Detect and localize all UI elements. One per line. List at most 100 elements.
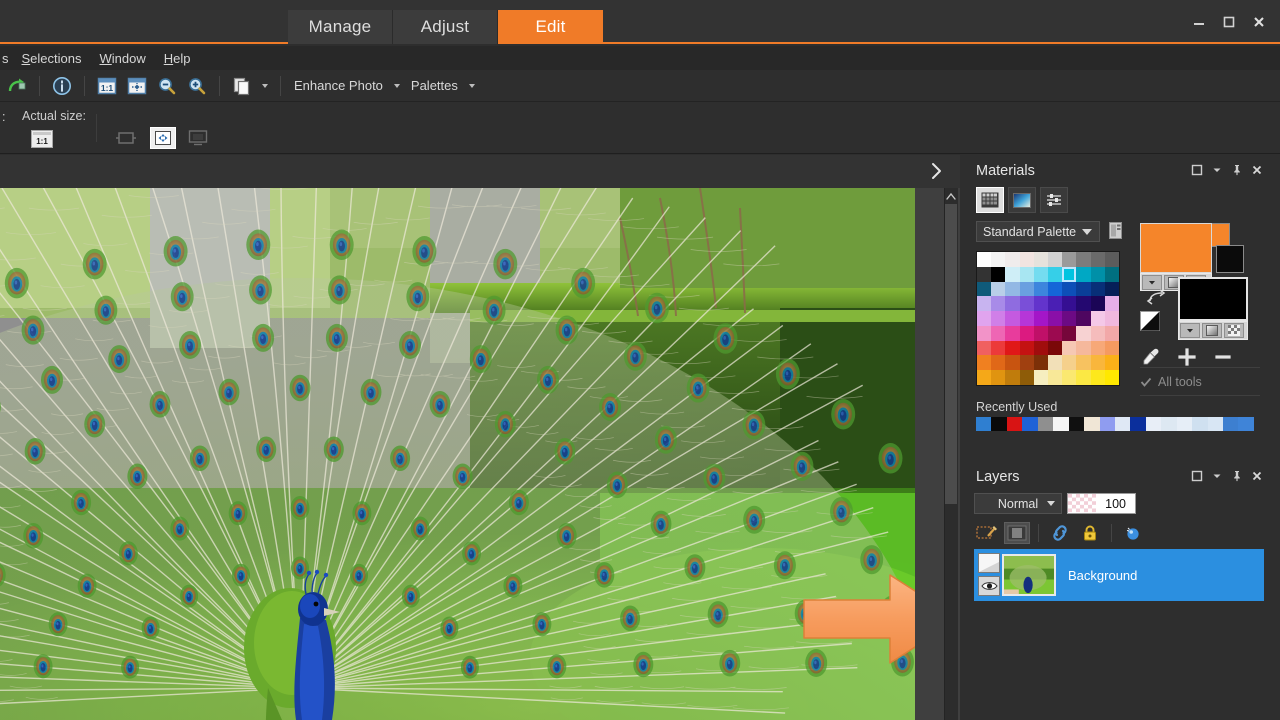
color-swatch[interactable]	[1090, 325, 1105, 341]
recent-color-swatch[interactable]	[1223, 417, 1239, 431]
materials-maximize-icon[interactable]	[1188, 161, 1206, 179]
materials-chevron-down-icon[interactable]	[1208, 161, 1226, 179]
color-swatch[interactable]	[1005, 340, 1020, 356]
recent-color-swatch[interactable]	[1068, 417, 1085, 431]
maximize-icon[interactable]	[1214, 7, 1244, 37]
color-swatch[interactable]	[1062, 266, 1077, 282]
color-swatch[interactable]	[991, 325, 1006, 341]
color-swatch[interactable]	[1033, 311, 1048, 326]
recent-color-swatch[interactable]	[1037, 417, 1054, 431]
vertical-scrollbar-thumb[interactable]	[945, 204, 957, 504]
color-swatch[interactable]	[991, 296, 1006, 312]
color-swatch[interactable]	[977, 370, 992, 385]
color-swatch[interactable]	[1104, 325, 1119, 341]
lock-layer-icon[interactable]	[1077, 522, 1103, 544]
color-swatch[interactable]	[1104, 355, 1119, 371]
color-swatch[interactable]	[977, 340, 992, 356]
color-swatch[interactable]	[1005, 311, 1020, 326]
color-swatch[interactable]	[991, 311, 1006, 326]
color-swatch[interactable]	[1033, 370, 1048, 385]
recent-color-swatch[interactable]	[1207, 417, 1223, 431]
color-swatch[interactable]	[1033, 355, 1048, 371]
materials-pin-icon[interactable]	[1228, 161, 1246, 179]
color-swatch[interactable]	[1090, 311, 1105, 326]
opacity-field[interactable]: 100	[1067, 493, 1136, 514]
recent-color-swatch[interactable]	[1084, 417, 1100, 431]
link-layers-icon[interactable]	[1047, 522, 1073, 544]
color-swatch[interactable]	[1076, 266, 1091, 282]
chevron-up-icon[interactable]	[945, 190, 957, 203]
menu-item-help[interactable]: Help	[155, 49, 200, 68]
color-swatch[interactable]	[1033, 296, 1048, 312]
zoom-in-icon[interactable]	[182, 72, 212, 100]
color-swatch[interactable]	[977, 325, 992, 341]
color-swatch[interactable]	[1076, 296, 1091, 312]
color-swatch[interactable]	[1019, 311, 1034, 326]
color-swatch[interactable]	[1104, 266, 1119, 282]
color-swatch[interactable]	[1090, 266, 1105, 282]
color-swatch[interactable]	[1005, 325, 1020, 341]
redo-icon[interactable]	[2, 72, 32, 100]
pan-icon[interactable]	[150, 127, 176, 149]
menu-item-clipped[interactable]: s	[0, 49, 13, 68]
color-swatch[interactable]	[1033, 252, 1048, 267]
color-swatch[interactable]	[1033, 325, 1048, 341]
color-swatch[interactable]	[991, 370, 1006, 385]
color-swatch[interactable]	[1019, 325, 1034, 341]
enhance-photo-dropdown-arrow-icon[interactable]	[389, 74, 405, 98]
color-swatch[interactable]	[1047, 311, 1063, 326]
color-swatch[interactable]	[1047, 296, 1063, 312]
background-color-swatch[interactable]	[1178, 277, 1248, 321]
layers-close-icon[interactable]	[1248, 467, 1266, 485]
plus-icon[interactable]	[1176, 346, 1198, 368]
color-swatch[interactable]	[1076, 340, 1091, 356]
recent-color-swatch[interactable]	[1238, 417, 1254, 431]
recent-color-swatch[interactable]	[1114, 417, 1131, 431]
blend-mode-select[interactable]: Normal	[974, 493, 1062, 514]
eyedropper-icon[interactable]	[1140, 346, 1162, 368]
minimize-icon[interactable]	[1184, 7, 1214, 37]
fit-to-window-icon[interactable]	[122, 72, 152, 100]
color-swatch[interactable]	[1062, 340, 1077, 356]
palette-document-icon[interactable]	[1108, 221, 1126, 242]
layers-maximize-icon[interactable]	[1188, 467, 1206, 485]
color-swatch[interactable]	[1047, 281, 1063, 297]
tab-manage[interactable]: Manage	[288, 10, 393, 44]
color-swatch[interactable]	[991, 281, 1006, 297]
layers-chevron-down-icon[interactable]	[1208, 467, 1226, 485]
close-icon[interactable]	[1244, 7, 1274, 37]
color-swatch[interactable]	[1019, 296, 1034, 312]
recent-color-swatch[interactable]	[1176, 417, 1193, 431]
color-swatch[interactable]	[991, 355, 1006, 371]
color-swatch[interactable]	[1090, 281, 1105, 297]
color-swatch[interactable]	[991, 266, 1006, 282]
swatches-tab[interactable]	[976, 187, 1004, 213]
color-swatch[interactable]	[977, 355, 992, 371]
merge-layers-icon[interactable]	[1120, 522, 1146, 544]
layer-row-background[interactable]: Background	[974, 549, 1264, 601]
color-swatch[interactable]	[1062, 325, 1077, 341]
chevron-right-icon[interactable]	[926, 161, 946, 181]
color-swatch[interactable]	[1104, 296, 1119, 312]
color-swatch[interactable]	[1005, 370, 1020, 385]
tab-adjust[interactable]: Adjust	[393, 10, 498, 44]
color-swatch[interactable]	[1019, 266, 1034, 282]
image-canvas[interactable]	[0, 188, 915, 720]
color-swatch[interactable]	[1076, 281, 1091, 297]
palettes-button[interactable]: Palettes	[405, 78, 464, 93]
recent-color-swatch[interactable]	[1053, 417, 1069, 431]
menu-item-selections[interactable]: Selections	[13, 49, 91, 68]
background-texture-chip[interactable]	[1216, 245, 1244, 273]
duplicate-dropdown-arrow-icon[interactable]	[257, 74, 273, 98]
layer-visibility-toggle[interactable]	[978, 576, 1000, 596]
swap-colors-icon[interactable]	[1146, 287, 1168, 309]
color-swatch[interactable]	[1076, 370, 1091, 385]
recently-used-swatches[interactable]	[976, 417, 1254, 431]
background-pattern-icon[interactable]	[1224, 323, 1244, 338]
color-swatch[interactable]	[1090, 252, 1105, 267]
color-swatch[interactable]	[991, 340, 1006, 356]
color-swatch[interactable]	[991, 252, 1006, 267]
recent-color-swatch[interactable]	[1006, 417, 1023, 431]
black-white-reset-icon[interactable]	[1140, 311, 1160, 331]
color-swatch[interactable]	[977, 311, 992, 326]
